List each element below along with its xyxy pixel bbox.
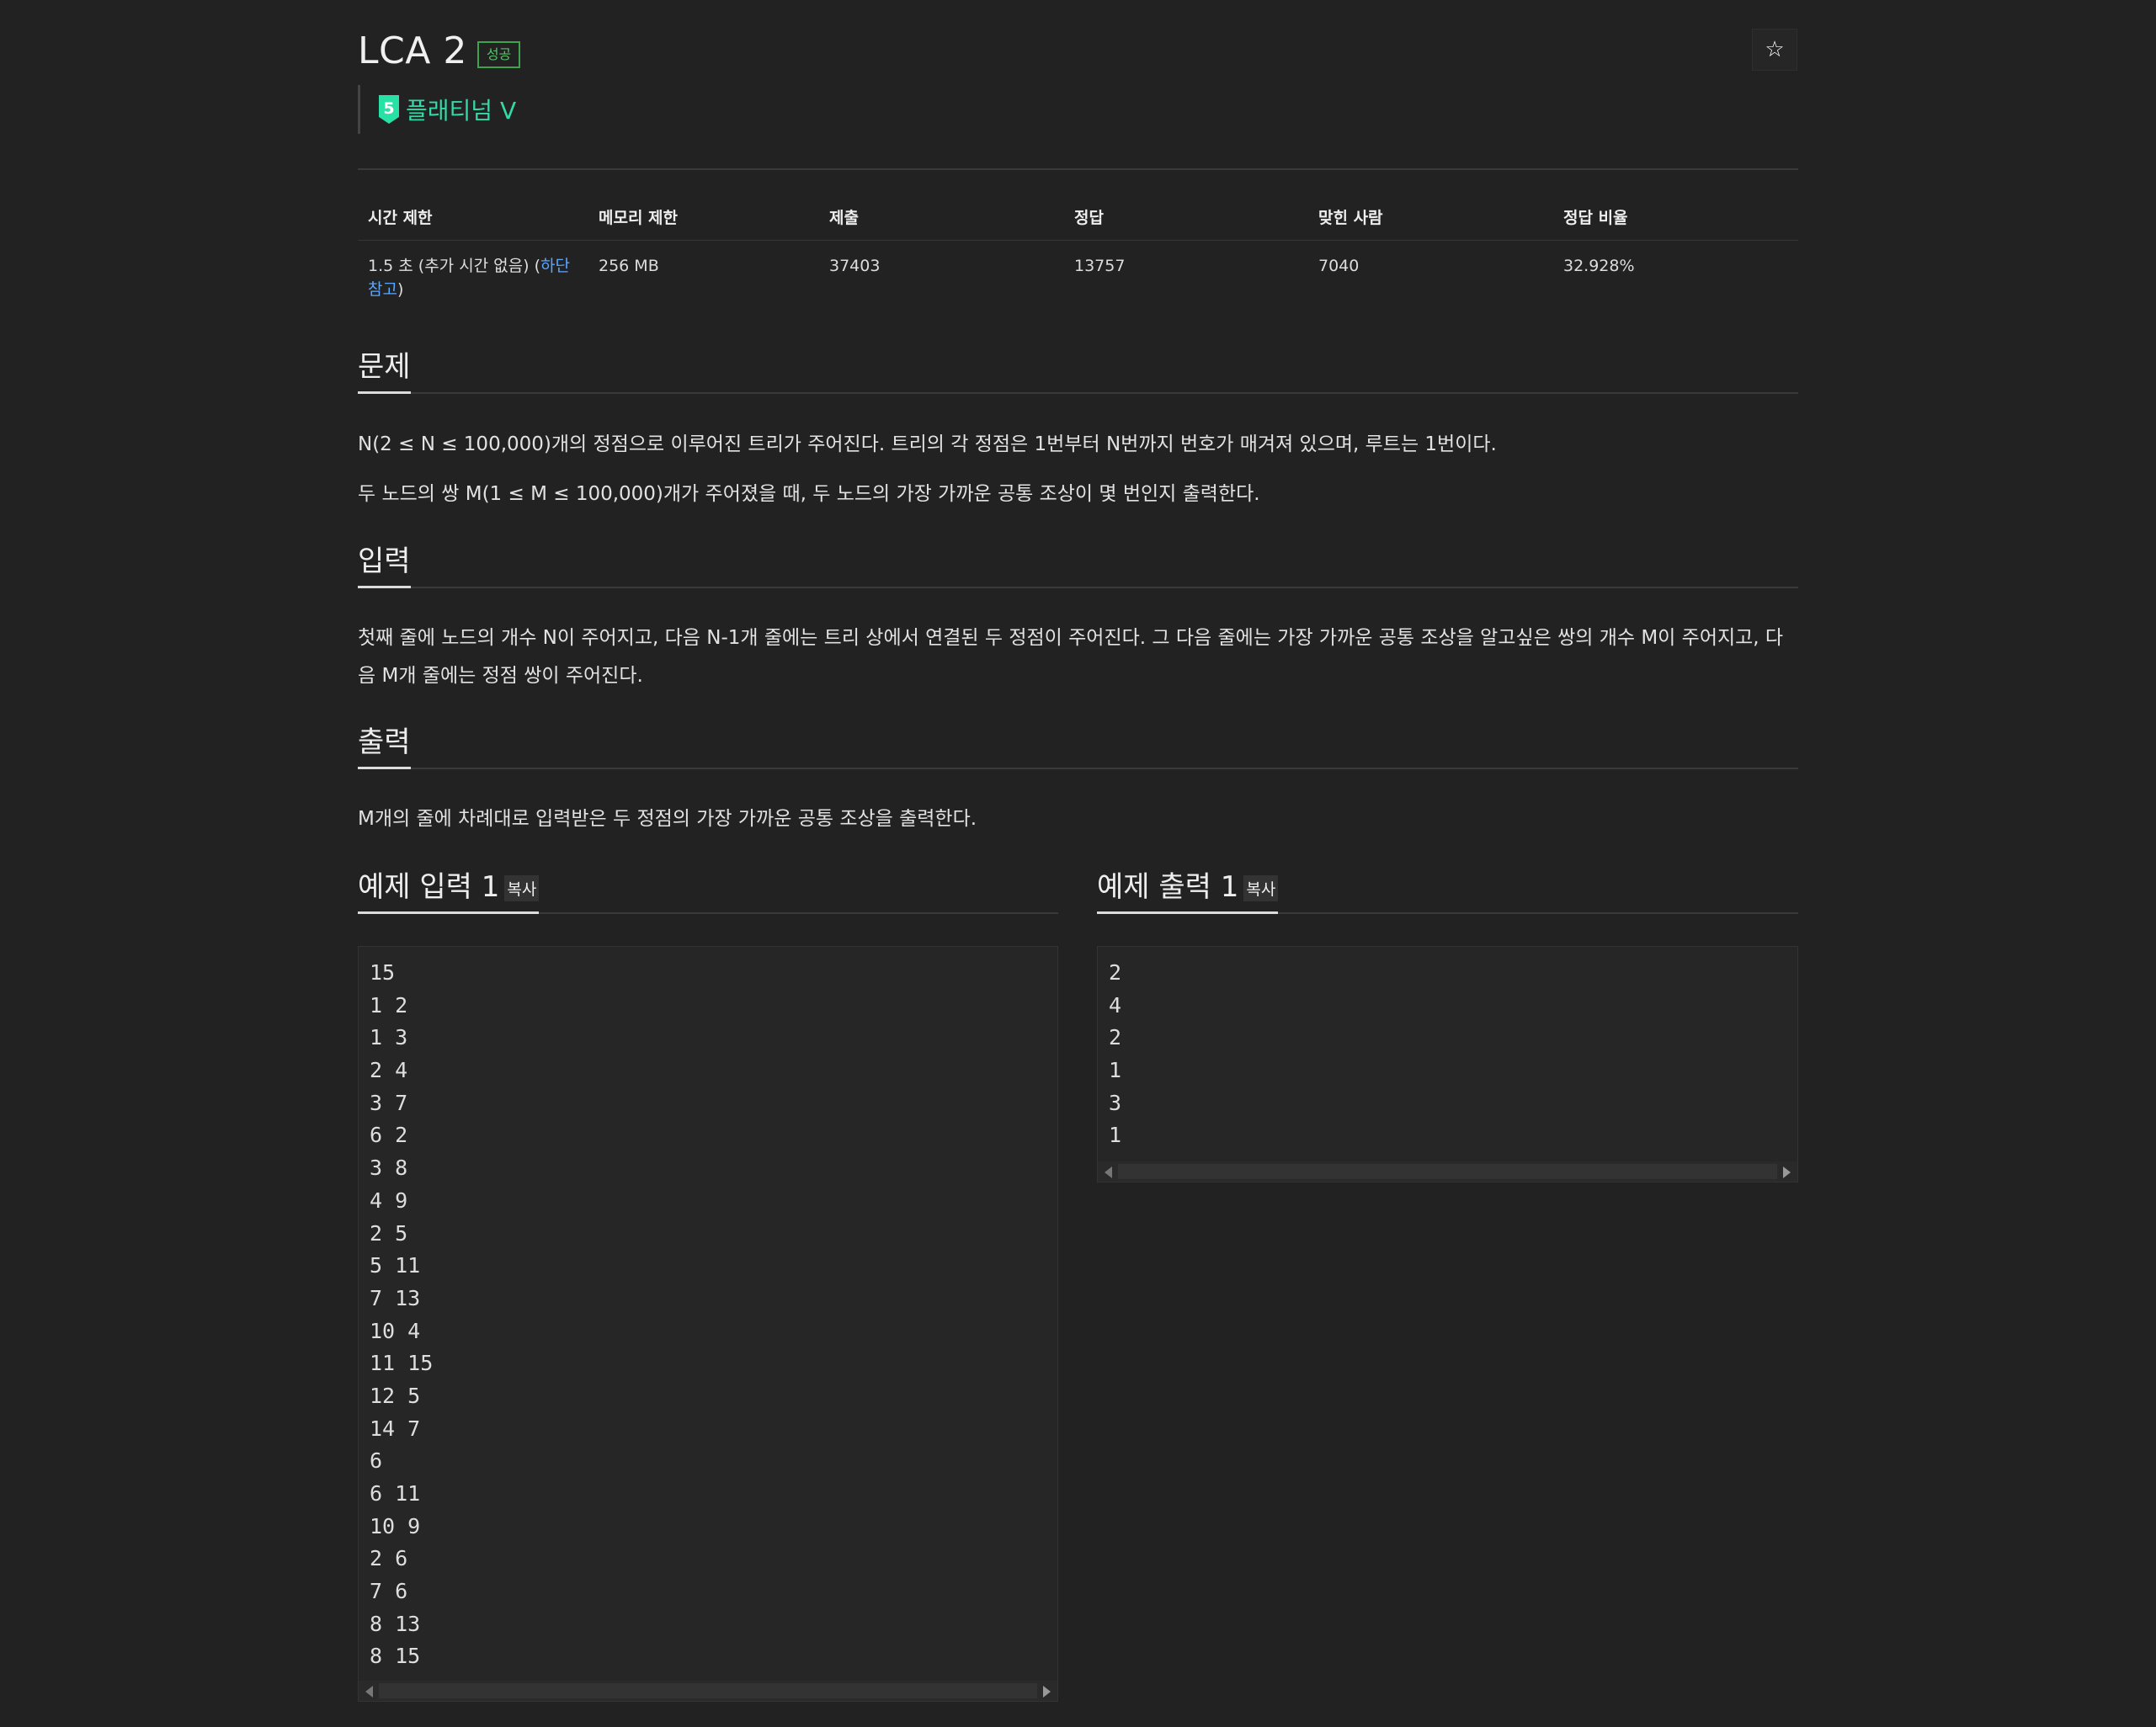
sample-line: 1 <box>1109 1058 1122 1083</box>
cell-solvers: 7040 <box>1318 257 1360 275</box>
input-section-title: 입력 <box>358 538 411 588</box>
header-accepted: 정답 <box>1064 192 1308 241</box>
tier-label[interactable]: 플래티넘 V <box>406 93 516 126</box>
sample-line: 6 2 <box>370 1123 408 1148</box>
cell-ratio: 32.928% <box>1563 257 1635 275</box>
sample-input-title: 예제 입력 1 복사 <box>358 864 540 914</box>
input-description: 첫째 줄에 노드의 개수 N이 주어지고, 다음 N-1개 줄에는 트리 상에서… <box>358 627 1784 687</box>
title-row: LCA 2 성공 <box>358 25 521 76</box>
header-solvers: 맞힌 사람 <box>1308 192 1553 241</box>
sample-input-header: 예제 입력 1 복사 <box>358 865 1058 914</box>
output-description: M개의 줄에 차례대로 입력받은 두 정점의 가장 가까운 공통 조상을 출력한… <box>358 808 977 830</box>
sample-line: 1 3 <box>370 1025 408 1050</box>
header-time-limit: 시간 제한 <box>358 192 588 241</box>
sample-input-title-text: 예제 입력 1 <box>358 870 500 904</box>
cell-accepted: 13757 <box>1074 257 1126 275</box>
sample-line: 3 8 <box>370 1156 408 1181</box>
sample-line: 11 15 <box>370 1351 434 1376</box>
time-limit-suffix: ) <box>397 280 404 299</box>
problem-section-title: 문제 <box>358 343 411 394</box>
sample-line: 5 11 <box>370 1253 421 1278</box>
scroll-left-icon[interactable] <box>365 1686 373 1698</box>
scroll-right-icon[interactable] <box>1783 1166 1791 1178</box>
tier-number: 5 <box>383 99 394 118</box>
output-section-header: 출력 <box>358 720 1798 769</box>
sample-input-box[interactable]: 15 1 2 1 3 2 4 3 7 6 2 3 8 4 9 2 5 5 11 7 13 10 4 11… <box>358 946 1058 1702</box>
sample-output-box[interactable]: 2 4 2 1 3 1 <box>1097 946 1798 1182</box>
input-section-header: 입력 <box>358 539 1798 588</box>
problem-description-2: 두 노드의 쌍 M(1 ≤ M ≤ 100,000)개가 주어졌을 때, 두 노… <box>358 483 1260 505</box>
sample-line: 2 <box>1109 1025 1122 1050</box>
sample-output-header: 예제 출력 1 복사 <box>1097 865 1798 914</box>
sample-output-content: 2 4 2 1 3 1 <box>1109 957 1121 1152</box>
sample-line: 8 13 <box>370 1611 421 1636</box>
sample-line: 10 9 <box>370 1513 421 1538</box>
sample-line: 1 2 <box>370 992 408 1018</box>
sample-line: 12 5 <box>370 1383 421 1408</box>
sample-output-scrollbar[interactable] <box>1098 1161 1797 1182</box>
sample-line: 2 4 <box>370 1058 408 1083</box>
problem-info-table: 시간 제한 메모리 제한 제출 정답 맞힌 사람 정답 비율 1.5 초 (추가… <box>358 192 1798 315</box>
output-section-title: 출력 <box>358 719 411 769</box>
sample-line: 7 13 <box>370 1285 421 1310</box>
tier-block: 5 플래티넘 V <box>358 85 516 134</box>
sample-line: 4 <box>1109 992 1122 1018</box>
sample-line: 1 <box>1109 1123 1122 1148</box>
divider <box>358 168 1798 170</box>
problem-title: LCA 2 <box>358 29 467 72</box>
cell-time-limit: 1.5 초 (추가 시간 없음) (하단 참고) <box>358 241 588 316</box>
sample-output-title-text: 예제 출력 1 <box>1097 870 1239 904</box>
sample-line: 7 6 <box>370 1579 408 1604</box>
favorite-button[interactable]: ☆ <box>1752 29 1797 71</box>
sample-line: 3 7 <box>370 1090 408 1115</box>
sample-input-content: 15 1 2 1 3 2 4 3 7 6 2 3 8 4 9 2 5 5 11 7 13 10 4 11… <box>370 957 433 1673</box>
sample-line: 14 7 <box>370 1416 421 1441</box>
scroll-left-icon[interactable] <box>1105 1166 1112 1178</box>
sample-output-title: 예제 출력 1 복사 <box>1097 864 1279 914</box>
sample-line: 4 9 <box>370 1188 408 1213</box>
time-limit-text: 1.5 초 (추가 시간 없음) ( <box>368 257 541 275</box>
copy-output-button[interactable]: 복사 <box>1243 875 1279 901</box>
sample-line: 2 5 <box>370 1220 408 1246</box>
problem-description-1: N(2 ≤ N ≤ 100,000)개의 정점으로 이루어진 트리가 주어진다.… <box>358 433 1497 455</box>
problem-section-header: 문제 <box>358 345 1798 394</box>
scrollbar-track[interactable] <box>1118 1164 1777 1179</box>
sample-line: 3 <box>1109 1090 1122 1115</box>
header-memory-limit: 메모리 제한 <box>588 192 819 241</box>
sample-line: 6 11 <box>370 1481 421 1506</box>
table-header-row: 시간 제한 메모리 제한 제출 정답 맞힌 사람 정답 비율 <box>358 192 1798 241</box>
status-badge: 성공 <box>476 41 521 68</box>
scrollbar-track[interactable] <box>379 1683 1037 1698</box>
sample-input-scrollbar[interactable] <box>359 1681 1057 1701</box>
sample-line: 6 <box>370 1448 383 1474</box>
copy-input-button[interactable]: 복사 <box>504 875 540 901</box>
cell-memory-limit: 256 MB <box>599 257 659 275</box>
sample-line: 2 <box>1109 960 1122 985</box>
table-row: 1.5 초 (추가 시간 없음) (하단 참고) 256 MB 37403 13… <box>358 241 1798 316</box>
scroll-right-icon[interactable] <box>1043 1686 1051 1698</box>
header-submissions: 제출 <box>819 192 1064 241</box>
sample-line: 8 15 <box>370 1644 421 1669</box>
cell-submissions: 37403 <box>829 257 881 275</box>
sample-line: 15 <box>370 960 396 985</box>
sample-line: 10 4 <box>370 1318 421 1343</box>
header-ratio: 정답 비율 <box>1553 192 1798 241</box>
sample-line: 2 6 <box>370 1546 408 1571</box>
star-icon: ☆ <box>1765 37 1785 62</box>
tier-icon: 5 <box>379 95 399 124</box>
